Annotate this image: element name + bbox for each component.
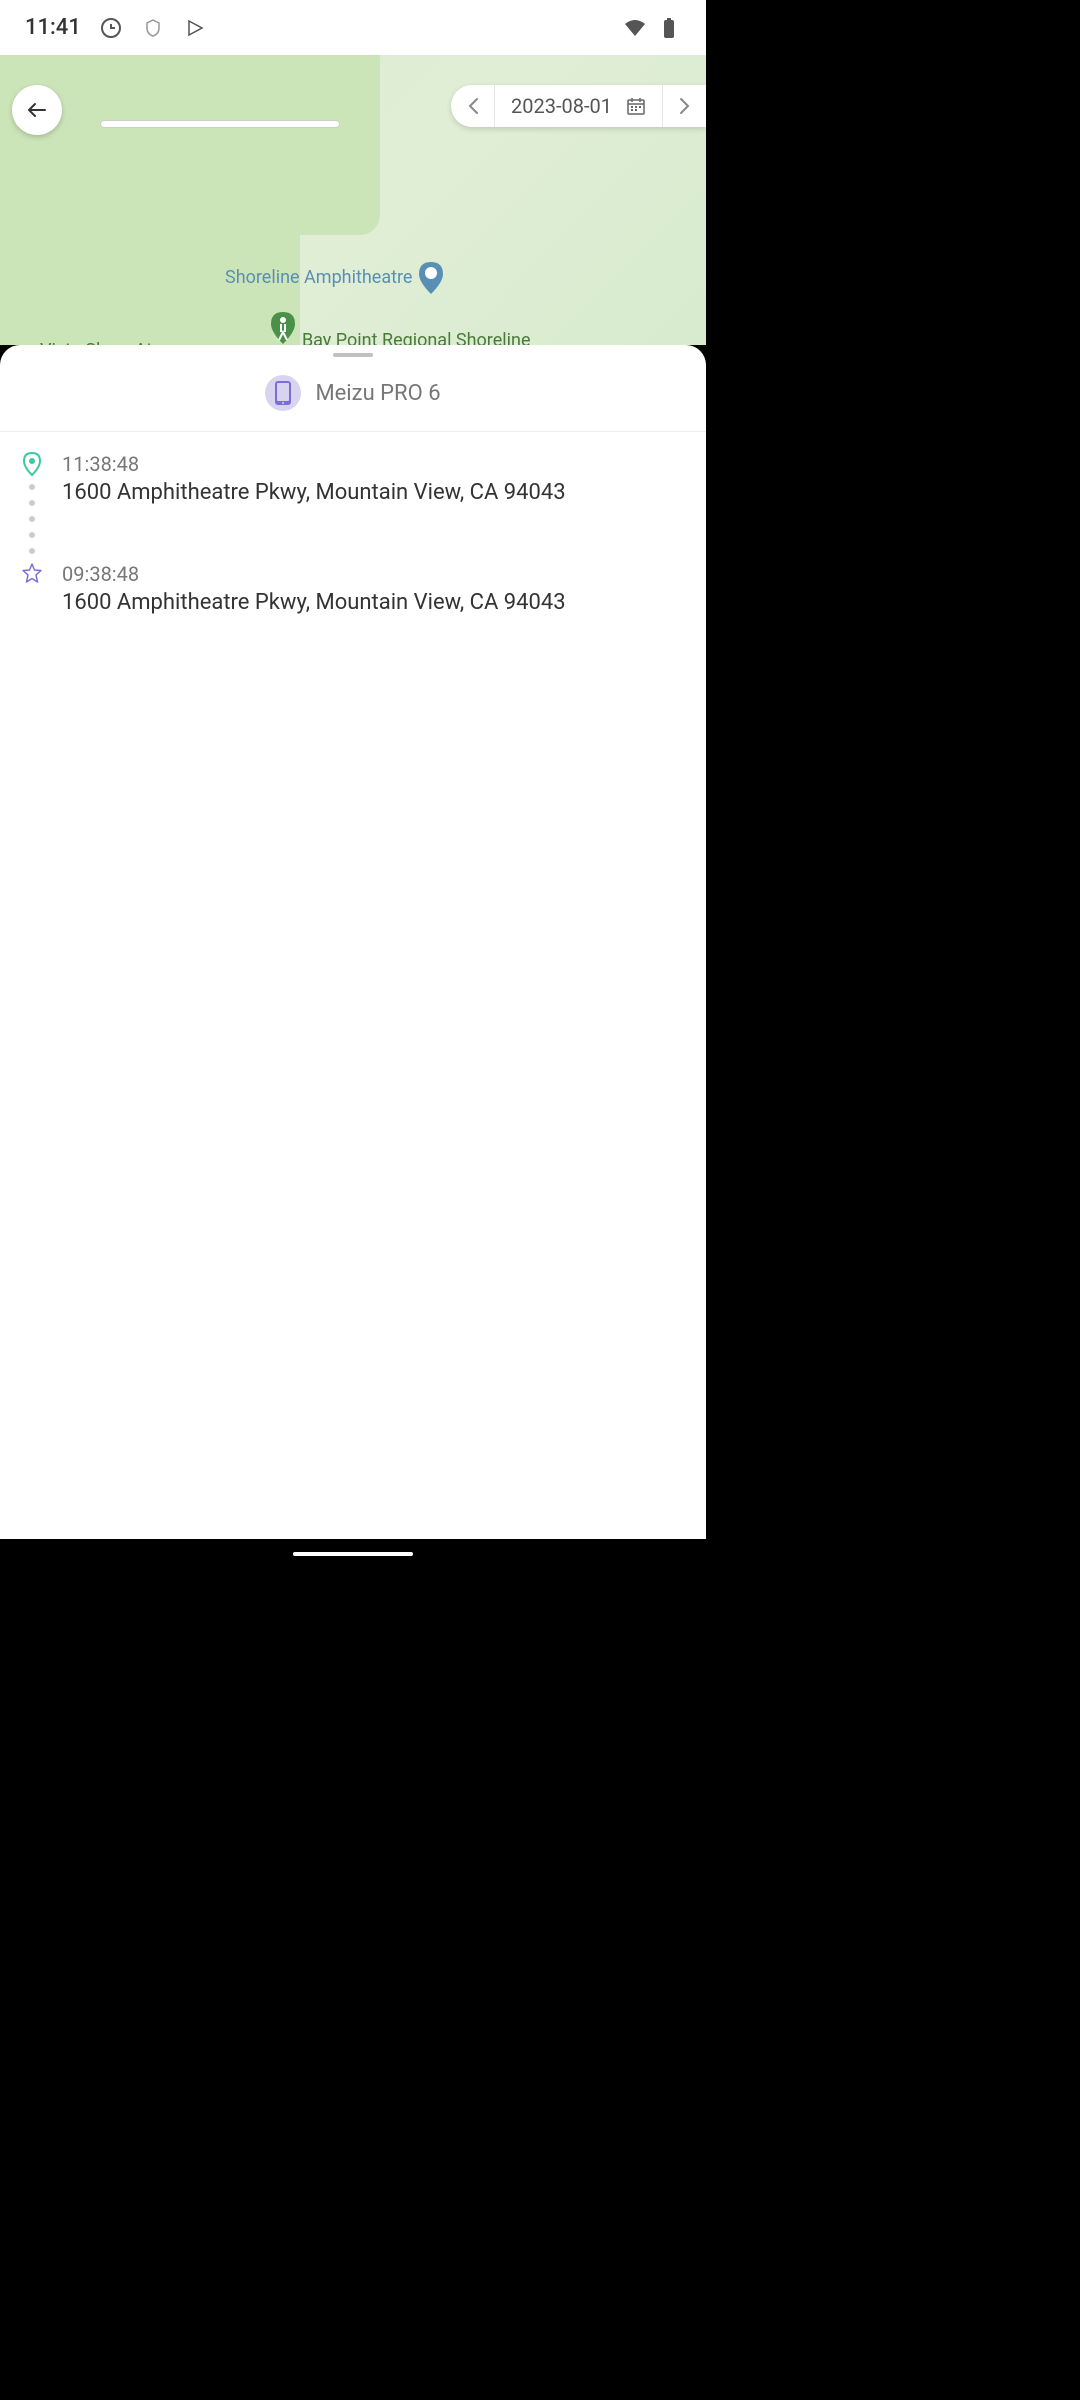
- star-icon: [21, 562, 43, 584]
- hiking-pin-icon: [269, 310, 297, 345]
- timeline-time: 11:38:48: [62, 452, 686, 476]
- device-header: Meizu PRO 6: [0, 357, 706, 432]
- timeline-entry[interactable]: 09:38:48 1600 Amphitheatre Pkwy, Mountai…: [20, 562, 686, 627]
- phone-icon: [274, 380, 292, 406]
- amphitheatre-pin-icon: [417, 260, 445, 296]
- timeline-entry[interactable]: 11:38:48 1600 Amphitheatre Pkwy, Mountai…: [20, 452, 686, 562]
- shield-icon: [141, 16, 165, 40]
- status-left: 11:41: [25, 15, 207, 40]
- back-button[interactable]: [12, 85, 62, 135]
- home-indicator[interactable]: [293, 1552, 413, 1556]
- timeline-address: 1600 Amphitheatre Pkwy, Mountain View, C…: [62, 590, 686, 615]
- chevron-left-icon: [466, 96, 480, 116]
- bottom-sheet[interactable]: Meizu PRO 6 11:38:48 1600 Amphitheat: [0, 345, 706, 1539]
- timeline-marker-col: [20, 562, 44, 627]
- timeline: 11:38:48 1600 Amphitheatre Pkwy, Mountai…: [0, 432, 706, 627]
- date-prev-button[interactable]: [451, 85, 495, 127]
- timeline-content: 11:38:48 1600 Amphitheatre Pkwy, Mountai…: [62, 452, 686, 562]
- map-poi-label: Shoreline Amphitheatre: [225, 260, 445, 296]
- play-icon: [183, 16, 207, 40]
- status-right: [623, 16, 681, 40]
- date-selector: 2023-08-01: [451, 85, 706, 127]
- battery-icon: [657, 16, 681, 40]
- timeline-connector: [29, 476, 35, 562]
- location-pin-icon: [22, 452, 42, 476]
- chevron-right-icon: [678, 96, 692, 116]
- timeline-address: 1600 Amphitheatre Pkwy, Mountain View, C…: [62, 480, 686, 505]
- device-avatar: [265, 375, 301, 411]
- arrow-left-icon: [25, 98, 49, 122]
- status-time: 11:41: [25, 15, 81, 40]
- google-icon: [99, 16, 123, 40]
- wifi-icon: [623, 16, 647, 40]
- device-name: Meizu PRO 6: [315, 381, 440, 406]
- map-poi-label: Bay Point Regional Shoreline overlook: [260, 310, 540, 345]
- timeline-time: 09:38:48: [62, 562, 686, 586]
- map-road: [100, 120, 340, 128]
- status-bar: 11:41: [0, 0, 706, 55]
- nav-bar: [0, 1539, 706, 1569]
- timeline-content: 09:38:48 1600 Amphitheatre Pkwy, Mountai…: [62, 562, 686, 627]
- date-text: 2023-08-01: [511, 94, 612, 118]
- date-next-button[interactable]: [662, 85, 706, 127]
- date-picker-button[interactable]: 2023-08-01: [495, 94, 662, 118]
- calendar-icon: [626, 96, 646, 116]
- timeline-marker-col: [20, 452, 44, 562]
